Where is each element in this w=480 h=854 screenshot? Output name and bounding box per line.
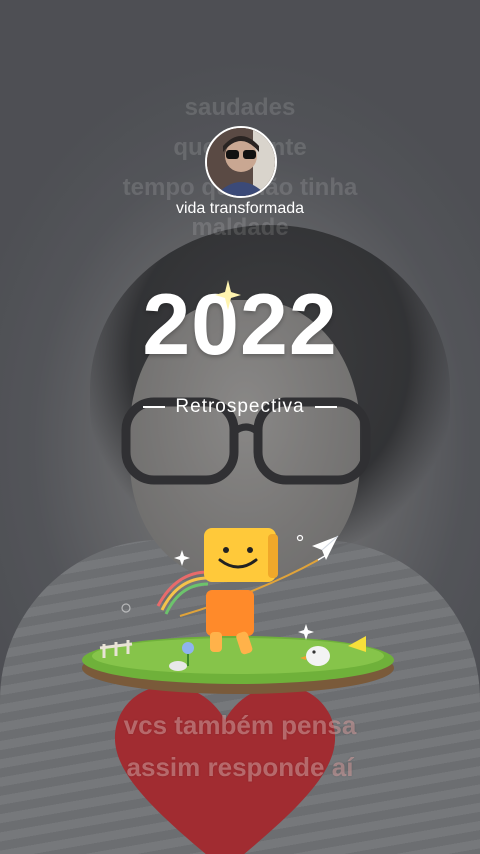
smiley-mascot-icon — [204, 528, 278, 655]
sparkle-icon — [215, 280, 241, 310]
video-caption-line: vcs também pensa — [123, 710, 357, 740]
retrospective-label-row: Retrospectiva — [0, 396, 480, 418]
paper-plane-icon — [312, 535, 339, 560]
mascot-scene — [82, 528, 394, 694]
faded-caption-line: saudades — [184, 94, 296, 121]
profile-avatar[interactable] — [205, 126, 277, 198]
retrospective-label: Retrospectiva — [175, 396, 305, 417]
video-caption-line: assim responde aí — [126, 752, 354, 782]
profile-username[interactable]: vida transformada — [0, 200, 480, 218]
divider-right — [314, 406, 337, 408]
avatar-photo — [207, 128, 275, 196]
divider-left — [143, 406, 166, 408]
